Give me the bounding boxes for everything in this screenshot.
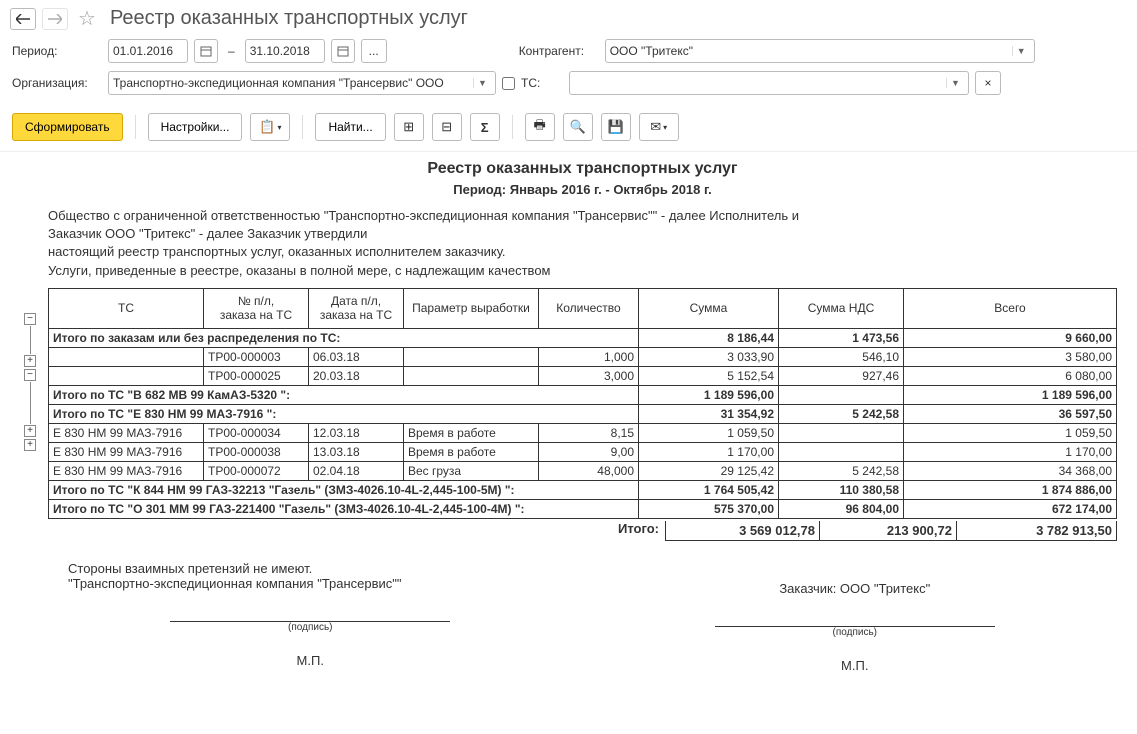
page-title: Реестр оказанных транспортных услуг	[110, 7, 468, 30]
period-label: Период:	[12, 44, 102, 58]
table-row: Итого по ТС "О 301 ММ 99 ГАЗ-221400 "Газ…	[49, 499, 1117, 518]
settings-button[interactable]: Настройки...	[148, 113, 243, 141]
period-choose-button[interactable]: ...	[361, 39, 387, 63]
paste-icon: 📋	[259, 119, 275, 135]
signature-text-left: Стороны взаимных претензий не имеют.	[68, 561, 553, 576]
table-row: Итого по ТС "К 844 НМ 99 ГАЗ-32213 "Газе…	[49, 480, 1117, 499]
outline-expand-button[interactable]: +	[24, 425, 36, 437]
table-row: Е 830 НМ 99 МАЗ-7916ТР00-00003813.03.18В…	[49, 442, 1117, 461]
ts-clear-button[interactable]: ×	[975, 71, 1001, 95]
printer-icon: 🖶	[534, 116, 546, 138]
col-order-date: Дата п/л, заказа на ТС	[309, 288, 404, 328]
generate-button[interactable]: Сформировать	[12, 113, 123, 141]
send-button[interactable]: ✉▾	[639, 113, 679, 141]
col-order-no: № п/л, заказа на ТС	[204, 288, 309, 328]
collapse-icon: ⊟	[441, 119, 452, 135]
table-row: Е 830 НМ 99 МАЗ-7916ТР00-00003412.03.18В…	[49, 423, 1117, 442]
col-qty: Количество	[539, 288, 639, 328]
report-intro: Общество с ограниченной ответственностью…	[48, 207, 1117, 280]
report-title: Реестр оказанных транспортных услуг	[48, 160, 1117, 178]
save-button[interactable]: 💾	[601, 113, 631, 141]
stamp-marker: М.П.	[68, 653, 553, 668]
date-from-calendar-button[interactable]	[194, 39, 218, 63]
contragent-combo[interactable]: ООО "Тритекс" ▼	[605, 39, 1035, 63]
outline-gutter: − + − + +	[0, 152, 40, 683]
report-table: ТС № п/л, заказа на ТС Дата п/л, заказа …	[48, 288, 1117, 519]
expand-groups-button[interactable]: ⊞	[394, 113, 424, 141]
table-row: ТР00-00002520.03.183,0005 152,54927,466 …	[49, 366, 1117, 385]
preview-button[interactable]: 🔍	[563, 113, 593, 141]
print-button[interactable]: 🖶	[525, 113, 555, 141]
date-to-input[interactable]: 31.10.2018	[245, 39, 325, 63]
ts-checkbox[interactable]	[502, 77, 515, 90]
stamp-marker: М.П.	[613, 658, 1098, 673]
report-body: Реестр оказанных транспортных услуг Пери…	[40, 152, 1137, 683]
sigma-icon: Σ	[481, 120, 489, 135]
dropdown-icon[interactable]: ▼	[1012, 46, 1030, 56]
table-row: Итого по ТС "Е 830 НМ 99 МАЗ-7916 ":31 3…	[49, 404, 1117, 423]
page-preview-icon: 🔍	[570, 119, 586, 135]
col-total: Всего	[904, 288, 1117, 328]
outline-collapse-button[interactable]: −	[24, 369, 36, 381]
calendar-icon	[200, 45, 212, 57]
outline-expand-button[interactable]: +	[24, 439, 36, 451]
signature-caption: (подпись)	[170, 622, 450, 633]
calendar-icon	[337, 45, 349, 57]
org-combo[interactable]: Транспортно-экспедиционная компания "Тра…	[108, 71, 496, 95]
mail-icon: ✉	[650, 119, 661, 135]
outline-collapse-button[interactable]: −	[24, 313, 36, 325]
signature-text-right: Заказчик: ООО "Тритекс"	[613, 581, 1098, 596]
report-subtitle: Период: Январь 2016 г. - Октябрь 2018 г.	[48, 182, 1117, 197]
back-button[interactable]	[10, 8, 36, 30]
expand-icon: ⊞	[403, 119, 414, 135]
sum-button[interactable]: Σ	[470, 113, 500, 141]
table-row: Е 830 НМ 99 МАЗ-7916ТР00-00007202.04.18В…	[49, 461, 1117, 480]
find-button[interactable]: Найти...	[315, 113, 385, 141]
save-icon: 💾	[608, 119, 624, 135]
favorite-star-icon[interactable]: ☆	[78, 6, 96, 31]
table-row: ТР00-00000306.03.181,0003 033,90546,103 …	[49, 347, 1117, 366]
date-from-input[interactable]: 01.01.2016	[108, 39, 188, 63]
outline-expand-button[interactable]: +	[24, 355, 36, 367]
col-vat: Сумма НДС	[779, 288, 904, 328]
ts-combo[interactable]: ▼	[569, 71, 969, 95]
col-sum: Сумма	[639, 288, 779, 328]
table-row: Итого по заказам или без распределения п…	[49, 328, 1117, 347]
dropdown-icon[interactable]: ▼	[946, 78, 964, 88]
grand-total-row: Итого: 3 569 012,78 213 900,72 3 782 913…	[48, 521, 1117, 541]
date-to-calendar-button[interactable]	[331, 39, 355, 63]
collapse-groups-button[interactable]: ⊟	[432, 113, 462, 141]
signature-caption: (подпись)	[715, 627, 995, 638]
settings-variants-button[interactable]: 📋▾	[250, 113, 290, 141]
col-param: Параметр выработки	[404, 288, 539, 328]
col-ts: ТС	[49, 288, 204, 328]
forward-button[interactable]	[42, 8, 68, 30]
contragent-label: Контрагент:	[519, 44, 599, 58]
table-row: Итого по ТС "В 682 МВ 99 КамАЗ-5320 ":1 …	[49, 385, 1117, 404]
dropdown-icon[interactable]: ▼	[473, 78, 491, 88]
org-label: Организация:	[12, 76, 102, 90]
ts-label: ТС:	[521, 76, 563, 90]
